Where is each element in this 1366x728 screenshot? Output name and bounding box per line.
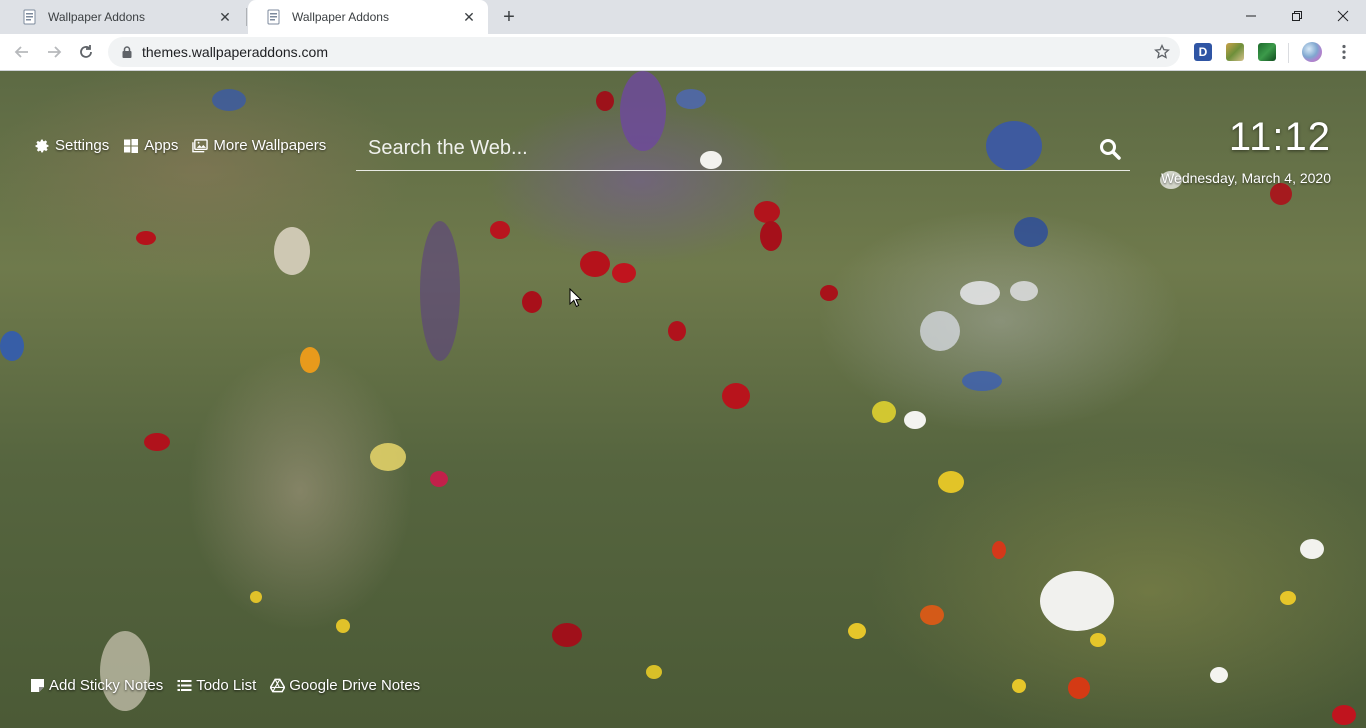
settings-label: Settings: [55, 137, 110, 154]
list-icon: [177, 678, 192, 693]
minimize-icon: [1246, 15, 1256, 17]
google-drive-notes-link[interactable]: Google Drive Notes: [270, 677, 420, 694]
url-text[interactable]: themes.wallpaperaddons.com: [142, 44, 328, 60]
green-extension-icon[interactable]: [1258, 43, 1276, 61]
tab-close-icon[interactable]: ✕: [460, 8, 478, 26]
d-extension-icon[interactable]: D: [1194, 43, 1212, 61]
close-window-button[interactable]: [1320, 0, 1366, 32]
bookmark-star-icon[interactable]: [1152, 42, 1172, 62]
settings-link[interactable]: Settings: [34, 137, 109, 154]
tab-title: Wallpaper Addons: [48, 10, 145, 24]
tab-inactive[interactable]: Wallpaper Addons ✕: [4, 0, 244, 34]
image-icon: [192, 138, 209, 154]
restore-icon: [1292, 11, 1302, 21]
clock-date: Wednesday, March 4, 2020: [1161, 170, 1331, 186]
apps-label: Apps: [144, 137, 179, 154]
new-tab-button[interactable]: +: [498, 6, 520, 28]
reload-button[interactable]: [73, 39, 99, 65]
add-sticky-notes-link[interactable]: Add Sticky Notes: [30, 677, 163, 694]
search-box: [356, 127, 1130, 171]
arrow-left-icon: [14, 46, 28, 58]
more-wallpapers-label: More Wallpapers: [213, 137, 327, 154]
browser-toolbar: themes.wallpaperaddons.com D: [0, 34, 1366, 71]
profile-avatar[interactable]: [1302, 42, 1322, 62]
browser-menu-button[interactable]: [1334, 40, 1354, 64]
more-wallpapers-link[interactable]: More Wallpapers: [192, 137, 326, 154]
tab-active[interactable]: Wallpaper Addons ✕: [248, 0, 488, 34]
clock-time: 11:12: [1228, 115, 1331, 159]
todo-list-link[interactable]: Todo List: [177, 677, 256, 694]
bottom-links: Add Sticky Notes Todo List Google Drive …: [30, 677, 434, 694]
toolbar-separator: [1288, 43, 1289, 63]
search-icon: [1100, 138, 1121, 160]
page-favicon-icon: [266, 9, 282, 25]
forward-button[interactable]: [41, 39, 67, 65]
minimize-button[interactable]: [1228, 0, 1274, 32]
top-links: Settings Apps More Wallpapers: [34, 137, 340, 154]
apps-link[interactable]: Apps: [123, 137, 178, 154]
tab-strip: Wallpaper Addons ✕ Wallpaper Addons ✕ +: [0, 0, 1366, 34]
google-drive-icon: [270, 678, 286, 693]
arrow-right-icon: [48, 46, 62, 58]
apps-grid-icon: [123, 138, 139, 154]
back-button[interactable]: [9, 39, 35, 65]
lock-icon: [120, 45, 134, 59]
google-drive-notes-label: Google Drive Notes: [289, 677, 421, 694]
search-input[interactable]: [356, 137, 1090, 160]
new-tab-page: Settings Apps More Wallpapers 11:12 Wedn…: [0, 71, 1366, 728]
search-button[interactable]: [1090, 129, 1130, 169]
photo-extension-icon[interactable]: [1226, 43, 1244, 61]
tab-title: Wallpaper Addons: [292, 10, 389, 24]
sticky-note-icon: [30, 678, 45, 693]
todo-list-label: Todo List: [196, 677, 257, 694]
close-icon: [1337, 10, 1349, 22]
gear-icon: [34, 138, 50, 154]
reload-icon: [80, 45, 92, 58]
tab-separator: [246, 8, 247, 26]
mouse-cursor-icon: [569, 288, 583, 308]
add-sticky-notes-label: Add Sticky Notes: [49, 677, 164, 694]
tab-close-icon[interactable]: ✕: [216, 8, 234, 26]
more-vertical-icon: [1342, 44, 1346, 60]
page-favicon-icon: [22, 9, 38, 25]
restore-button[interactable]: [1274, 0, 1320, 32]
address-bar[interactable]: themes.wallpaperaddons.com: [108, 37, 1180, 67]
